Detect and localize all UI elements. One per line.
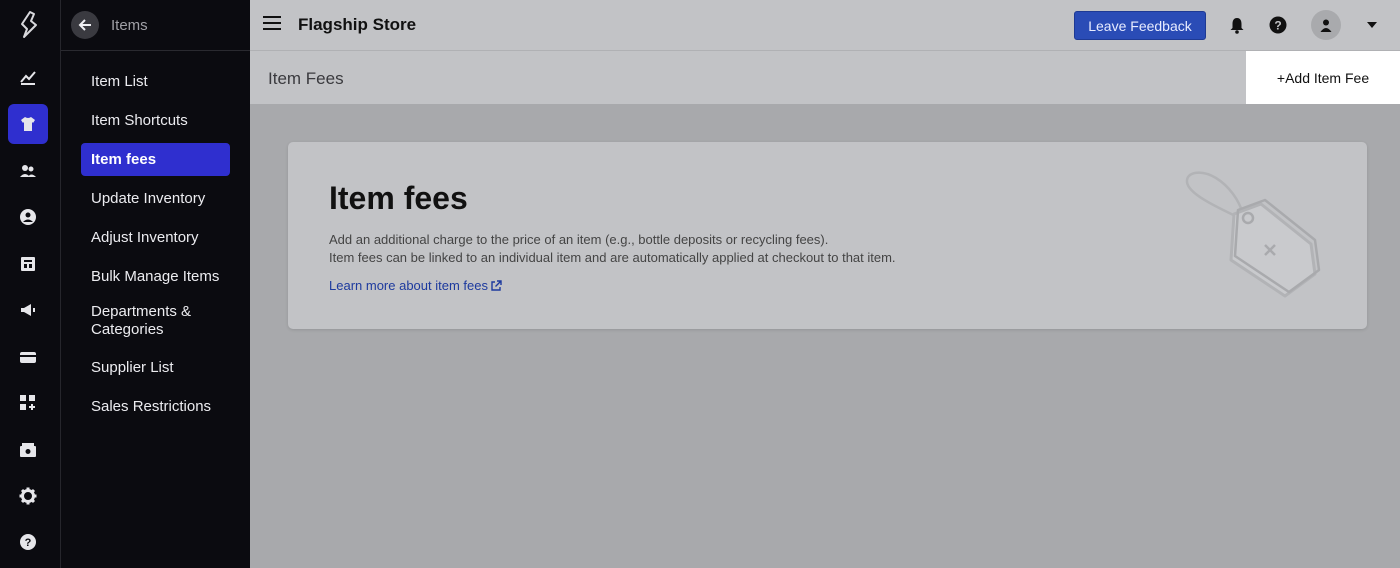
arrow-left-icon [78, 19, 91, 31]
sidebar-item-item-list[interactable]: Item List [81, 62, 230, 101]
reports-icon[interactable] [8, 244, 48, 284]
sidebar-item-item-fees[interactable]: Item fees [81, 143, 230, 176]
sidebar-header: Items [61, 0, 250, 51]
customers-icon[interactable] [8, 151, 48, 191]
item-fees-empty-state-card: Item fees Add an additional charge to th… [288, 142, 1367, 329]
card-description: Add an additional charge to the price of… [329, 231, 896, 267]
help-question-icon[interactable]: ? [1267, 14, 1289, 36]
sidebar-nav: Item List Item Shortcuts Item fees Updat… [61, 51, 250, 426]
icon-rail: ? [0, 0, 60, 568]
page-header: Item Fees +Add Item Fee [250, 51, 1400, 104]
external-link-icon [491, 279, 502, 291]
items-shirt-icon[interactable] [8, 104, 48, 144]
account-icon[interactable] [8, 197, 48, 237]
settings-gear-icon[interactable] [8, 476, 48, 516]
card-description-line: Item fees can be linked to an individual… [329, 250, 896, 265]
user-avatar[interactable] [1311, 10, 1341, 40]
help-icon[interactable]: ? [8, 522, 48, 562]
sidebar-item-item-shortcuts[interactable]: Item Shortcuts [81, 101, 230, 140]
user-icon [1320, 19, 1332, 32]
user-menu-chevron-down-icon[interactable] [1361, 14, 1383, 36]
back-button[interactable] [71, 11, 99, 39]
card-description-line: Add an additional charge to the price of… [329, 232, 829, 247]
page-title: Item Fees [268, 69, 344, 88]
sidebar-item-bulk-manage-items[interactable]: Bulk Manage Items [81, 257, 230, 296]
hamburger-menu-icon[interactable] [263, 16, 281, 32]
sidebar-item-sales-restrictions[interactable]: Sales Restrictions [81, 387, 230, 426]
sidebar-item-departments-categories[interactable]: Departments & Categories [81, 296, 221, 348]
store-register-icon[interactable] [8, 430, 48, 470]
sidebar-title: Items [111, 16, 148, 34]
svg-text:?: ? [1274, 19, 1281, 33]
leave-feedback-button[interactable]: Leave Feedback [1074, 11, 1206, 40]
learn-more-link[interactable]: Learn more about item fees [329, 278, 502, 293]
learn-more-link-label: Learn more about item fees [329, 278, 488, 293]
notifications-bell-icon[interactable] [1226, 14, 1248, 36]
add-item-fee-button[interactable]: +Add Item Fee [1246, 51, 1400, 104]
sidebar-item-supplier-list[interactable]: Supplier List [81, 348, 230, 387]
analytics-icon[interactable] [8, 57, 48, 97]
svg-text:?: ? [25, 537, 32, 549]
sidebar-item-adjust-inventory[interactable]: Adjust Inventory [81, 218, 230, 257]
card-title: Item fees [329, 180, 468, 216]
add-ons-icon[interactable] [8, 383, 48, 423]
store-name: Flagship Store [298, 15, 417, 34]
top-bar: Flagship Store Leave Feedback ? [250, 0, 1400, 51]
payments-card-icon[interactable] [8, 337, 48, 377]
marketing-megaphone-icon[interactable] [8, 290, 48, 330]
items-sidebar: Items Item List Item Shortcuts Item fees… [60, 0, 250, 568]
price-tag-illustration-icon [1185, 171, 1321, 298]
sidebar-item-update-inventory[interactable]: Update Inventory [81, 179, 230, 218]
lightspeed-logo-icon[interactable] [15, 10, 45, 40]
